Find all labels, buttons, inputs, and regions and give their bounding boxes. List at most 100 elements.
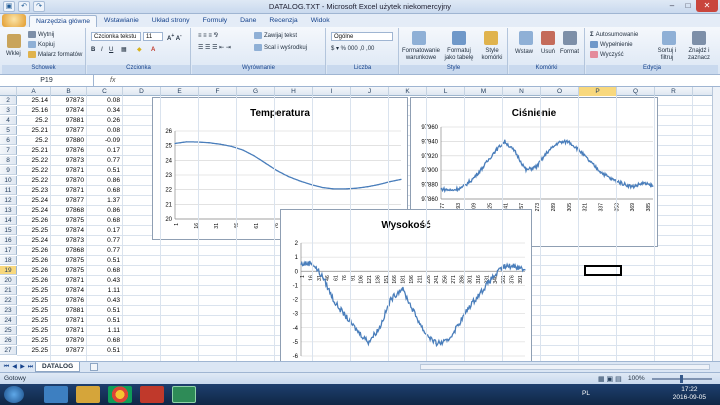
cell-a[interactable]: 25.26 [17,276,51,285]
cell-b[interactable]: 97871 [51,326,87,335]
column-header-o[interactable]: O [541,87,579,96]
cell-b[interactable]: 97875 [51,256,87,265]
cell-b[interactable]: 97875 [51,266,87,275]
cell-a[interactable]: 25.26 [17,216,51,225]
cell-a[interactable]: 25.25 [17,306,51,315]
row-header[interactable]: 23 [0,306,17,315]
cell-c[interactable]: 0.43 [87,276,123,285]
column-header-c[interactable]: C [87,87,123,96]
column-header-l[interactable]: L [427,87,465,96]
cell-b[interactable]: 97873 [51,156,87,165]
conditional-formatting-button[interactable]: Formatowanie warunkowe [402,48,440,62]
cell-a[interactable]: 25.22 [17,166,51,175]
cell-c[interactable]: 1.37 [87,196,123,205]
cell-a[interactable]: 25.25 [17,326,51,335]
row-header[interactable]: 11 [0,186,17,195]
row-header[interactable]: 5 [0,126,17,135]
cell-a[interactable]: 25.2 [17,116,51,125]
column-header-i[interactable]: I [313,87,351,96]
column-header-b[interactable]: B [51,87,87,96]
cell-c[interactable]: 1.11 [87,326,123,335]
view-layout-icons[interactable]: ▦ ▣ ▤ [598,375,622,383]
cell-b[interactable]: 97876 [51,296,87,305]
cell-b[interactable]: 97868 [51,206,87,215]
cell-a[interactable]: 25.24 [17,206,51,215]
font-size-select[interactable]: 11 [143,32,163,41]
cell-b[interactable]: 97871 [51,166,87,175]
cell-c[interactable]: 0.51 [87,256,123,265]
row-header[interactable]: 27 [0,346,17,355]
fx-icon[interactable]: fx [110,75,115,86]
cell-a[interactable]: 25.25 [17,346,51,355]
row-header[interactable]: 9 [0,166,17,175]
row-header[interactable]: 15 [0,226,17,235]
delete-button[interactable]: Usuń [541,48,555,56]
cell-b[interactable]: 97874 [51,226,87,235]
first-sheet-icon[interactable]: ⏮ [3,363,10,371]
format-painter-button[interactable]: Malarz formatów [28,51,82,59]
cell-c[interactable]: 0.43 [87,296,123,305]
cell-b[interactable]: 97881 [51,116,87,125]
cell-c[interactable]: 1.11 [87,286,123,295]
tab-view[interactable]: Widok [305,15,336,27]
cell-a[interactable]: 25.25 [17,226,51,235]
column-header-q[interactable]: Q [617,87,655,96]
column-header-k[interactable]: K [389,87,427,96]
tab-data[interactable]: Dane [234,15,262,27]
cell-a[interactable]: 25.24 [17,196,51,205]
number-format-select[interactable]: Ogólne [331,32,393,41]
cell-c[interactable]: 0.77 [87,156,123,165]
column-header-n[interactable]: N [503,87,541,96]
cell-a[interactable]: 25.16 [17,106,51,115]
row-header[interactable]: 21 [0,286,17,295]
next-sheet-icon[interactable]: ▶ [19,363,26,371]
row-header[interactable]: 12 [0,196,17,205]
merge-center-button[interactable]: Scal i wyśrodkuj [254,44,307,52]
formula-input[interactable] [126,75,720,86]
row-header[interactable]: 14 [0,216,17,225]
taskbar-chrome-icon[interactable] [108,386,132,403]
cell-b[interactable]: 97877 [51,196,87,205]
row-header[interactable]: 20 [0,276,17,285]
row-header[interactable]: 16 [0,236,17,245]
row-header[interactable]: 19 [0,266,17,275]
cell-b[interactable]: 97881 [51,306,87,315]
prev-sheet-icon[interactable]: ◀ [11,363,18,371]
cell-a[interactable]: 25.21 [17,146,51,155]
autosum-button[interactable]: Σ Autosumowanie [590,31,638,39]
cell-c[interactable]: 0.68 [87,336,123,345]
align-left-icon[interactable]: ☰ ☰ ☰ ⇤ ⇥ [198,44,231,52]
cut-button[interactable]: Wytnij [28,31,54,39]
vertical-scrollbar[interactable] [712,87,720,361]
cell-c[interactable]: 0.17 [87,226,123,235]
column-header-g[interactable]: G [237,87,275,96]
taskbar-explorer-icon[interactable] [44,386,68,403]
column-header-m[interactable]: M [465,87,503,96]
cell-a[interactable]: 25.22 [17,176,51,185]
fill-button[interactable]: Wypełnienie [590,41,633,49]
column-header-r[interactable]: R [655,87,693,96]
tab-home[interactable]: Narzędzia główne [29,15,98,27]
row-header[interactable]: 3 [0,106,17,115]
select-all-corner[interactable] [0,87,17,96]
cell-b[interactable]: 97876 [51,146,87,155]
cell-c[interactable]: 0.51 [87,316,123,325]
close-button[interactable]: ✕ [696,0,718,12]
cell-b[interactable]: 97873 [51,96,87,105]
column-header-f[interactable]: F [199,87,237,96]
zoom-level[interactable]: 100% [628,375,645,382]
cell-a[interactable]: 25.26 [17,246,51,255]
insert-button[interactable]: Wstaw [515,48,533,56]
font-name-select[interactable]: Czcionka tekstu [91,32,141,41]
cell-a[interactable]: 25.25 [17,316,51,325]
wrap-text-button[interactable]: Zawijaj tekst [254,32,297,40]
cell-b[interactable]: 97871 [51,276,87,285]
cell-c[interactable]: 0.77 [87,246,123,255]
chart-altitude[interactable]: Wysokość -6-5-4-3-2-10121163146617691106… [280,209,532,361]
cell-c[interactable]: 0.86 [87,176,123,185]
cell-a[interactable]: 25.21 [17,126,51,135]
cell-b[interactable]: 97868 [51,246,87,255]
tab-page-layout[interactable]: Układ strony [146,15,196,27]
zoom-slider-thumb[interactable] [680,375,683,383]
cell-b[interactable]: 97877 [51,346,87,355]
